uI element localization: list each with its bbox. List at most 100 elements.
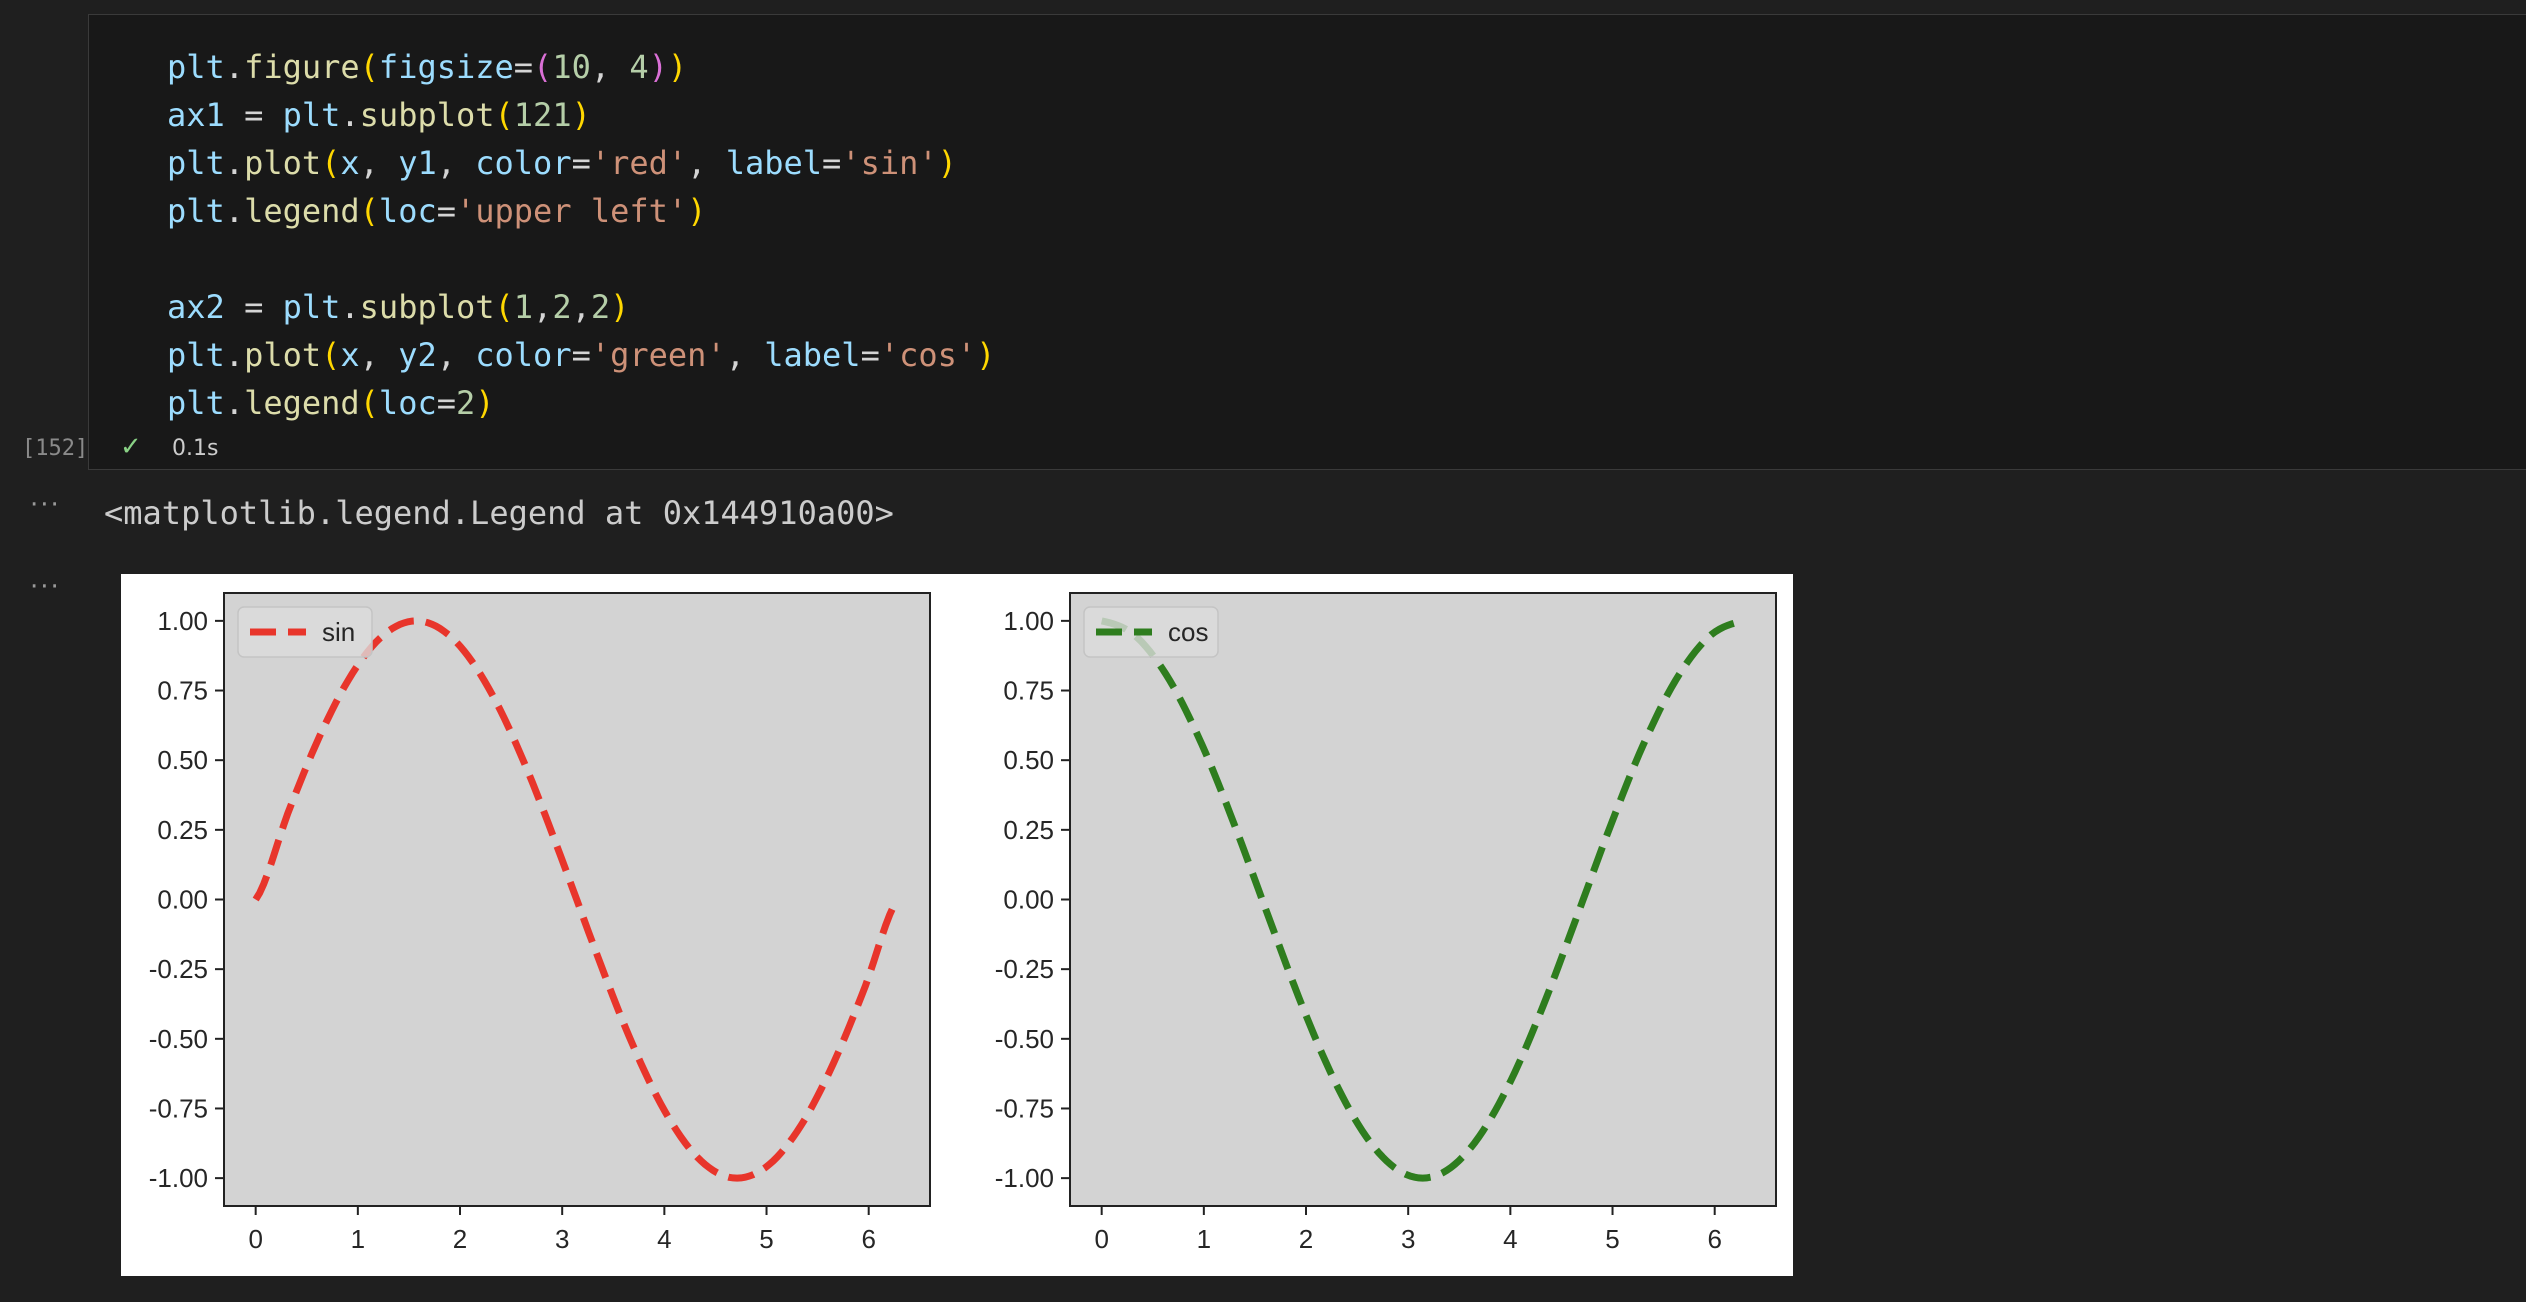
execution-count: [152] xyxy=(22,436,89,461)
code-token: plot xyxy=(244,336,322,374)
code-token: , xyxy=(687,144,726,182)
x-tick-label: 1 xyxy=(1197,1224,1211,1254)
y-tick-label: 0.50 xyxy=(1003,745,1054,775)
code-line[interactable]: ax2 = plt.subplot(1,2,2) xyxy=(167,283,995,331)
execution-time: 0.1s xyxy=(172,436,219,461)
code-token: , xyxy=(436,144,476,182)
code-line[interactable]: plt.legend(loc='upper left') xyxy=(167,187,995,235)
code-token: loc xyxy=(378,192,437,230)
x-tick-label: 5 xyxy=(1605,1224,1619,1254)
code-token: loc xyxy=(378,384,437,422)
success-check-icon: ✓ xyxy=(120,432,142,462)
x-tick-label: 1 xyxy=(351,1224,365,1254)
code-line[interactable]: plt.plot(x, y2, color='green', label='co… xyxy=(167,331,995,379)
y-tick-label: -1.00 xyxy=(149,1163,208,1193)
legend-label: sin xyxy=(322,617,355,647)
legend: cos xyxy=(1083,606,1219,658)
code-token: plt xyxy=(282,96,341,134)
code-token: figure xyxy=(244,48,360,86)
x-tick-label: 4 xyxy=(1503,1224,1517,1254)
x-tick-label: 5 xyxy=(759,1224,773,1254)
code-token: . xyxy=(224,384,245,422)
code-token: plt xyxy=(167,336,225,374)
y-tick-label: 0.25 xyxy=(157,815,208,845)
code-token: = xyxy=(822,144,842,182)
code-token: ax2 xyxy=(167,288,225,326)
code-token: ( xyxy=(533,48,553,86)
code-token: legend xyxy=(244,192,360,230)
code-line[interactable]: plt.figure(figsize=(10, 4)) xyxy=(167,43,995,91)
x-tick-label: 0 xyxy=(1094,1224,1108,1254)
x-tick-label: 4 xyxy=(657,1224,671,1254)
x-tick-label: 2 xyxy=(1299,1224,1313,1254)
x-tick-label: 0 xyxy=(248,1224,262,1254)
code-token: , xyxy=(725,336,765,374)
code-token: color xyxy=(475,336,572,374)
code-token: . xyxy=(224,192,245,230)
x-tick-label: 6 xyxy=(861,1224,875,1254)
output-more-actions-button[interactable]: ··· xyxy=(30,490,61,520)
code-token: , xyxy=(571,288,591,326)
code-token: ( xyxy=(494,288,514,326)
code-token: 2 xyxy=(552,288,572,326)
y-tick-label: 0.00 xyxy=(1003,885,1054,915)
code-line[interactable]: plt.plot(x, y1, color='red', label='sin'… xyxy=(167,139,995,187)
y-tick-label: 1.00 xyxy=(1003,606,1054,636)
code-token: = xyxy=(224,96,283,134)
output-text: <matplotlib.legend.Legend at 0x144910a00… xyxy=(104,494,894,532)
code-token: plt xyxy=(167,144,225,182)
y-tick-label: 0.75 xyxy=(157,676,208,706)
code-token: 121 xyxy=(513,96,572,134)
y-tick-label: -0.50 xyxy=(995,1024,1054,1054)
code-token: 'sin' xyxy=(841,144,938,182)
code-token: , xyxy=(359,336,399,374)
subplot-1: 1.00 0.75 0.50 0.25 0.00 -0.25 -0.50 -0.75 -1.00… xyxy=(149,592,931,1254)
code-token: 4 xyxy=(629,48,649,86)
code-token: = xyxy=(571,144,591,182)
code-token: ( xyxy=(359,384,379,422)
y-tick-label: 0.00 xyxy=(157,885,208,915)
code-line[interactable]: plt.legend(loc=2) xyxy=(167,379,995,427)
figure-output-more-actions-button[interactable]: ··· xyxy=(30,572,61,602)
code-token: ( xyxy=(359,192,379,230)
code-token: ( xyxy=(321,336,341,374)
code-token: 'upper left' xyxy=(455,192,688,230)
code-line[interactable] xyxy=(167,235,995,283)
y-tick-label: 0.50 xyxy=(157,745,208,775)
code-token: ax1 xyxy=(167,96,225,134)
code-cell-editor[interactable]: plt.figure(figsize=(10, 4)) ax1 = plt.sub… xyxy=(88,14,2526,470)
y-tick-label: -0.50 xyxy=(149,1024,208,1054)
code-token: subplot xyxy=(359,96,495,134)
code-token: x xyxy=(340,144,360,182)
code-token: ) xyxy=(610,288,630,326)
code-token: plt xyxy=(167,48,225,86)
x-tick-label: 3 xyxy=(1401,1224,1415,1254)
code-token: figsize xyxy=(378,48,514,86)
y-tick-label: -0.75 xyxy=(995,1093,1054,1123)
code-line[interactable]: ax1 = plt.subplot(121) xyxy=(167,91,995,139)
code-token: 1 xyxy=(513,288,534,326)
code-token: plt xyxy=(282,288,341,326)
code-token: ) xyxy=(976,336,996,374)
y-tick-label: -0.75 xyxy=(149,1093,208,1123)
code-token: ( xyxy=(359,48,379,86)
code-block[interactable]: plt.figure(figsize=(10, 4)) ax1 = plt.sub… xyxy=(167,43,995,427)
code-token: 10 xyxy=(552,48,591,86)
code-token: y2 xyxy=(398,336,437,374)
y-tick-label: 0.75 xyxy=(1003,676,1054,706)
y-tick-label: 0.25 xyxy=(1003,815,1054,845)
code-token: 2 xyxy=(455,384,476,422)
code-token: . xyxy=(224,48,245,86)
y-tick-label: -1.00 xyxy=(995,1163,1054,1193)
code-token: ( xyxy=(494,96,514,134)
code-token: , xyxy=(359,144,399,182)
x-tick-label: 2 xyxy=(453,1224,467,1254)
code-token: 'cos' xyxy=(879,336,977,374)
code-token: = xyxy=(860,336,880,374)
code-token: ) xyxy=(937,144,957,182)
code-token: = xyxy=(513,48,534,86)
x-tick-label: 6 xyxy=(1707,1224,1721,1254)
code-token: label xyxy=(725,144,823,182)
notebook-page: plt.figure(figsize=(10, 4)) ax1 = plt.sub… xyxy=(0,0,2526,1302)
code-token: , xyxy=(590,48,630,86)
